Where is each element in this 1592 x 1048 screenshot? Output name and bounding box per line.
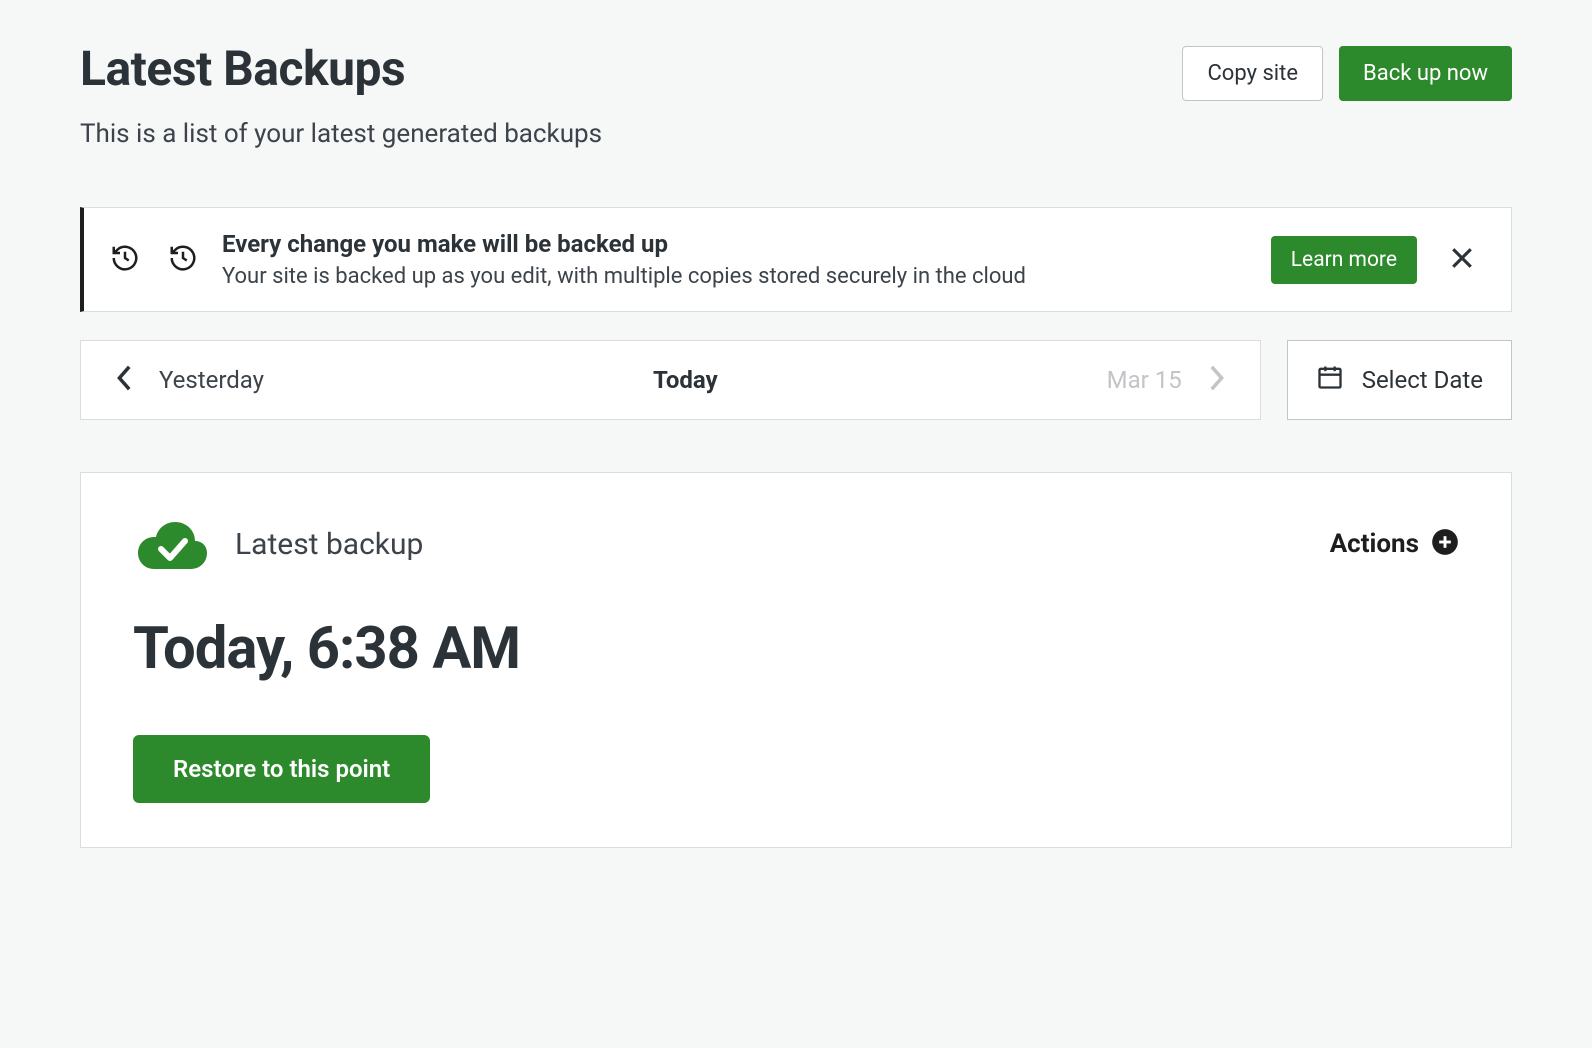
back-up-now-button[interactable]: Back up now bbox=[1339, 46, 1512, 101]
chevron-left-icon bbox=[115, 364, 135, 396]
notice-icons-group bbox=[110, 243, 198, 277]
notice-description: Your site is backed up as you edit, with… bbox=[222, 264, 1247, 289]
actions-button[interactable]: Actions bbox=[1330, 528, 1459, 560]
backup-card-header: Latest backup Actions bbox=[133, 517, 1459, 571]
backup-label-group: Latest backup bbox=[133, 517, 423, 571]
plus-circle-icon bbox=[1431, 528, 1459, 560]
page-title: Latest Backups bbox=[80, 40, 405, 97]
copy-site-button[interactable]: Copy site bbox=[1182, 46, 1323, 101]
date-navigator: Yesterday Today Mar 15 bbox=[80, 340, 1261, 420]
date-current-label: Today bbox=[264, 366, 1107, 394]
chevron-right-icon bbox=[1206, 364, 1226, 396]
actions-label: Actions bbox=[1330, 529, 1419, 559]
notice-banner: Every change you make will be backed up … bbox=[80, 207, 1512, 312]
backup-label: Latest backup bbox=[235, 527, 423, 562]
learn-more-button[interactable]: Learn more bbox=[1271, 236, 1417, 284]
close-icon bbox=[1447, 243, 1477, 276]
date-next-label: Mar 15 bbox=[1107, 366, 1182, 394]
notice-title: Every change you make will be backed up bbox=[222, 230, 1247, 258]
close-notice-button[interactable] bbox=[1441, 237, 1483, 282]
date-prev-label: Yesterday bbox=[159, 366, 264, 394]
header-actions: Copy site Back up now bbox=[1182, 46, 1512, 101]
date-navigation-row: Yesterday Today Mar 15 Select Date bbox=[80, 340, 1512, 420]
date-next-button: Mar 15 bbox=[1107, 364, 1226, 396]
select-date-button[interactable]: Select Date bbox=[1287, 340, 1512, 420]
cloud-check-icon bbox=[133, 517, 211, 571]
backup-timestamp: Today, 6:38 AM bbox=[133, 615, 1459, 683]
date-prev-button[interactable]: Yesterday bbox=[115, 364, 264, 396]
restore-button[interactable]: Restore to this point bbox=[133, 735, 430, 803]
history-icon bbox=[168, 243, 198, 277]
select-date-label: Select Date bbox=[1362, 366, 1483, 394]
page-subtitle: This is a list of your latest generated … bbox=[80, 119, 1512, 149]
latest-backup-card: Latest backup Actions Today, 6:38 AM Res… bbox=[80, 472, 1512, 848]
notice-text: Every change you make will be backed up … bbox=[222, 230, 1247, 289]
history-icon bbox=[110, 243, 140, 277]
calendar-icon bbox=[1316, 363, 1344, 397]
